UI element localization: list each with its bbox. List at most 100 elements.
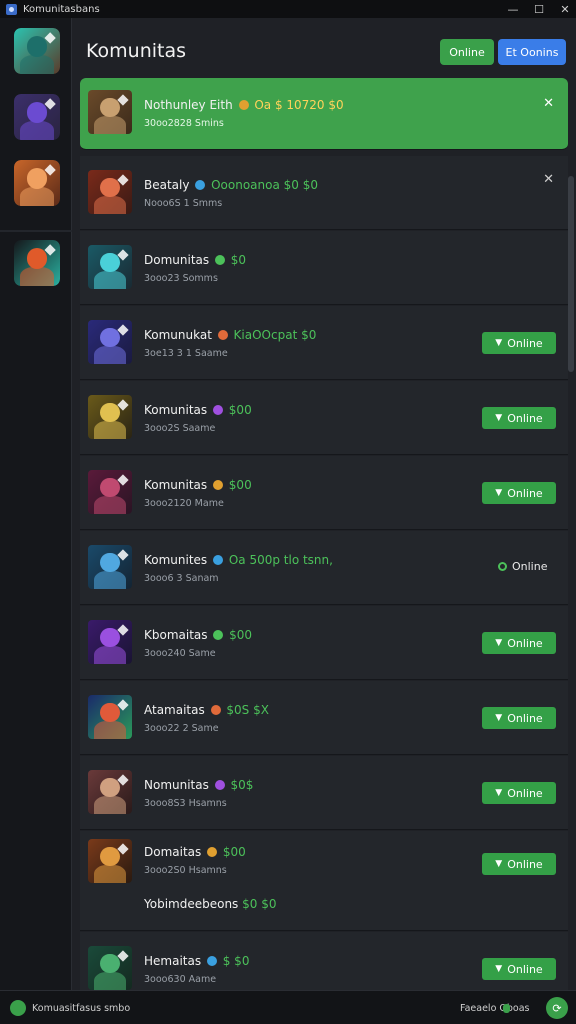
list-item[interactable]: Komunitas $00 3ooo2120 Mame ▼ Online	[80, 456, 568, 530]
item-extra: $00	[224, 403, 252, 417]
avatar	[88, 170, 132, 214]
emblem-icon	[210, 705, 221, 715]
item-title-text: Domaitas	[144, 845, 206, 859]
item-extra: Oa $ 10720 $0	[250, 98, 344, 112]
item-extra: Oa 500p tlo tsnn,	[225, 553, 333, 567]
thumbnail	[88, 545, 132, 589]
avatar	[88, 695, 132, 739]
list-item[interactable]: Komunites Oa 500p tlo tsnn, 3ooo6 3 Sanam…	[80, 531, 568, 605]
avatar	[14, 94, 60, 140]
item-secondary-text: Yobimdeebeons	[144, 897, 243, 911]
item-extra: $0$	[226, 778, 254, 792]
header: Komunitas Online Et Oonins	[72, 18, 576, 76]
footer-left-text: Komuasitfasus smbo	[32, 1003, 131, 1014]
emblem-icon	[213, 630, 224, 640]
thumbnail	[88, 170, 132, 214]
item-extra: KiaOOcpat $0	[229, 328, 317, 342]
thumbnail	[88, 839, 132, 883]
chevron-down-icon: ▼	[495, 638, 503, 648]
thumbnail	[88, 245, 132, 289]
item-title: Domunitas $0	[144, 253, 246, 267]
avatar	[88, 320, 132, 364]
item-title: Komunukat KiaOOcpat $0	[144, 328, 316, 342]
blue-action-button[interactable]: Et Oonins	[498, 39, 566, 65]
online-status-label: Online	[507, 486, 543, 500]
item-subtitle: Nooo6S 1 Smms	[144, 198, 223, 209]
list-item[interactable]: Komunitas $00 3ooo2S Saame ▼ Online	[80, 381, 568, 455]
list-item[interactable]: Domunitas $0 3ooo23 Somms	[80, 231, 568, 305]
item-title-text: Domunitas	[144, 253, 213, 267]
list-item[interactable]: Domaitas $00 3ooo2S0 Hsamns Yobimdeebeons …	[80, 831, 568, 931]
avatar	[88, 946, 132, 990]
item-title-text: Kbomaitas	[144, 628, 212, 642]
avatar	[88, 770, 132, 814]
list-item[interactable]: Nomunitas $0$ 3ooo8S3 Hsamns ▼ Online	[80, 756, 568, 830]
online-status-button[interactable]: ▼ Online	[482, 958, 556, 980]
item-subtitle: 3ooo23 Somms	[144, 273, 218, 284]
item-title-text: Komunitas	[144, 403, 211, 417]
sidebar-item-3[interactable]	[14, 160, 60, 206]
online-status-label: Online	[507, 711, 543, 725]
title-bar: Komunitasbans — ☐ ✕	[0, 0, 576, 18]
thumbnail	[88, 946, 132, 990]
online-status-label: Online	[507, 962, 543, 976]
list-item[interactable]: Kbomaitas $00 3ooo240 Same ▼ Online	[80, 606, 568, 680]
avatar	[88, 839, 132, 883]
online-button[interactable]: Online	[440, 39, 494, 65]
item-title: Hemaitas $ $0	[144, 954, 249, 968]
online-status-button[interactable]: ▼ Online	[482, 782, 556, 804]
online-status-label: Online	[507, 636, 543, 650]
item-title: Nothunley Eith Oa $ 10720 $0	[144, 98, 344, 112]
sidebar-item-4[interactable]	[14, 240, 60, 286]
item-secondary-title: Yobimdeebeons $0 $0	[144, 897, 276, 911]
emblem-icon	[207, 847, 218, 857]
item-extra: $0S $X	[222, 703, 269, 717]
online-status-label: Online	[512, 560, 548, 573]
sidebar-divider	[0, 230, 72, 232]
footer-status-icon	[503, 1004, 510, 1013]
item-subtitle: 3ooo630 Aame	[144, 974, 217, 985]
footer-action-button[interactable]: ⟳	[546, 997, 568, 1019]
window-title: Komunitasbans	[23, 3, 100, 15]
emblem-icon	[238, 100, 249, 110]
item-title-text: Beataly	[144, 178, 194, 192]
online-status-button[interactable]: ▼ Online	[482, 482, 556, 504]
list-item[interactable]: Beataly Ooonoanoa $0 $0 Nooo6S 1 Smms ✕	[80, 156, 568, 230]
item-subtitle: 3ooo240 Same	[144, 648, 216, 659]
dismiss-icon[interactable]: ✕	[543, 96, 554, 111]
dismiss-icon[interactable]: ✕	[543, 172, 554, 187]
item-subtitle: 3ooo8S3 Hsamns	[144, 798, 227, 809]
emblem-icon	[213, 555, 224, 565]
avatar	[88, 620, 132, 664]
avatar	[88, 90, 132, 134]
item-extra: $00	[219, 845, 246, 859]
item-subtitle: 3ooo22 2 Same	[144, 723, 219, 734]
online-status-button[interactable]: ▼ Online	[482, 632, 556, 654]
sidebar-item-1[interactable]	[14, 28, 60, 74]
list-item[interactable]: Nothunley Eith Oa $ 10720 $0 30oo2828 Smi…	[80, 78, 568, 150]
item-title-text: Atamaitas	[144, 703, 209, 717]
sidebar-item-2[interactable]	[14, 94, 60, 140]
avatar	[14, 240, 60, 286]
online-status-button[interactable]: ▼ Online	[482, 707, 556, 729]
thumbnail	[88, 320, 132, 364]
item-subtitle: 3ooo2120 Mame	[144, 498, 224, 509]
emblem-icon	[206, 956, 217, 966]
emblem-icon	[212, 405, 223, 415]
online-status-button[interactable]: ▼ Online	[482, 332, 556, 354]
scrollbar[interactable]	[568, 176, 574, 372]
item-secondary-extra: $0 $0	[242, 897, 277, 911]
list-item[interactable]: Komunukat KiaOOcpat $0 3oe13 3 1 Saame ▼ On…	[80, 306, 568, 380]
item-subtitle: 3ooo6 3 Sanam	[144, 573, 219, 584]
list-item[interactable]: Atamaitas $0S $X 3ooo22 2 Same ▼ Online	[80, 681, 568, 755]
footer-logo-icon	[10, 1000, 26, 1016]
online-status-button[interactable]: ▼ Online	[482, 407, 556, 429]
emblem-icon	[195, 180, 206, 190]
item-title: Nomunitas $0$	[144, 778, 253, 792]
online-status-button[interactable]: ▼ Online	[482, 853, 556, 875]
item-extra: Ooonoanoa $0 $0	[207, 178, 318, 192]
online-status-label: Online	[507, 411, 543, 425]
thumbnail	[88, 90, 132, 134]
online-status-label: Online	[507, 786, 543, 800]
close-button[interactable]: ✕	[550, 0, 576, 18]
